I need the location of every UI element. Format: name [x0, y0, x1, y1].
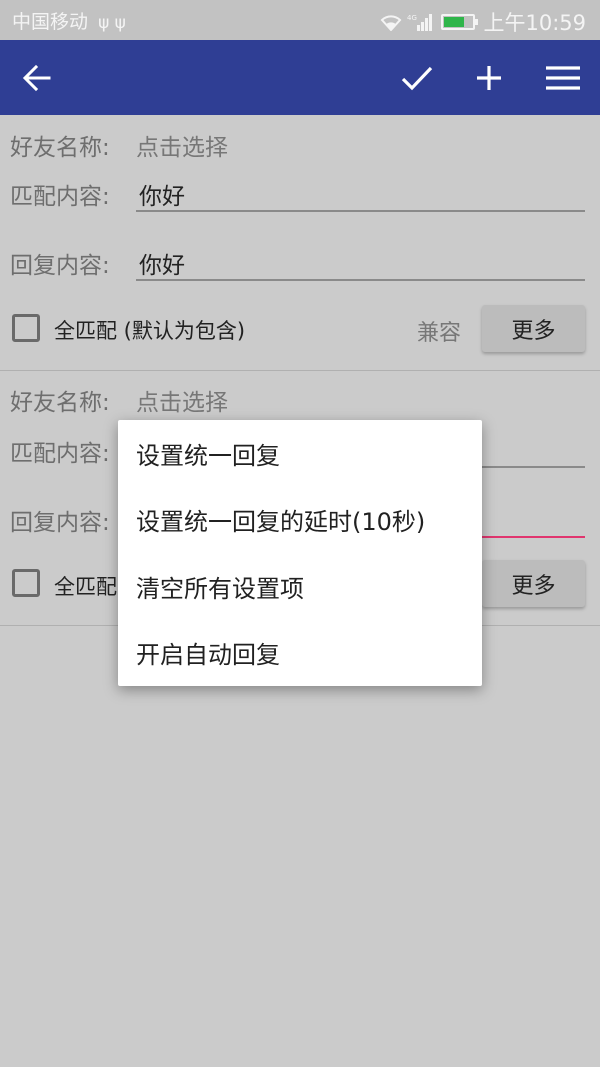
- arrow-left-icon: [22, 64, 51, 91]
- usb-icon: ψ ψ: [98, 13, 126, 33]
- check-icon: [401, 66, 433, 90]
- reply-content-label: 回复内容:: [10, 253, 110, 279]
- add-button[interactable]: [459, 40, 519, 115]
- more-button[interactable]: 更多: [482, 560, 585, 607]
- friend-name-selector[interactable]: 点击选择: [136, 383, 228, 417]
- hamburger-menu-icon: [546, 65, 580, 90]
- status-right: 4G 上午10:59: [379, 7, 586, 37]
- menu-item-unified-reply[interactable]: 设置统一回复: [118, 420, 482, 487]
- overflow-menu-button[interactable]: [533, 40, 593, 115]
- plus-icon: [477, 65, 501, 90]
- full-match-label: 全匹配: [54, 575, 117, 599]
- confirm-button[interactable]: [387, 40, 447, 115]
- rule-divider: [0, 370, 600, 371]
- full-match-label: 全匹配 (默认为包含): [54, 319, 246, 343]
- battery-icon: [441, 14, 479, 30]
- clock: 上午10:59: [483, 11, 586, 35]
- full-match-checkbox[interactable]: [12, 569, 40, 597]
- compat-label[interactable]: 兼容: [417, 315, 461, 347]
- overflow-popup-menu: 设置统一回复 设置统一回复的延时(10秒) 清空所有设置项 开启自动回复: [118, 420, 482, 686]
- full-match-checkbox[interactable]: [12, 314, 40, 342]
- battery-level: [444, 17, 465, 27]
- back-button[interactable]: [7, 40, 67, 115]
- signal-4g-icon: 4G: [407, 14, 433, 31]
- match-content-label: 匹配内容:: [10, 184, 110, 210]
- match-content-input[interactable]: 你好: [139, 177, 185, 211]
- status-bar: 中国移动 ψ ψ 4G 上午10:59: [0, 0, 600, 40]
- app-toolbar: [0, 40, 600, 115]
- reply-content-underline: [136, 279, 585, 281]
- wifi-icon: [381, 15, 402, 31]
- svg-text:4G: 4G: [407, 14, 417, 22]
- match-content-underline: [136, 210, 585, 212]
- reply-content-input[interactable]: 你好: [139, 246, 185, 280]
- menu-item-reply-delay[interactable]: 设置统一回复的延时(10秒): [118, 487, 482, 554]
- match-content-label: 匹配内容:: [10, 441, 110, 467]
- carrier-name: 中国移动: [12, 11, 89, 33]
- status-left: 中国移动 ψ ψ: [12, 7, 126, 34]
- friend-name-label: 好友名称:: [10, 390, 110, 416]
- more-button[interactable]: 更多: [482, 305, 585, 352]
- friend-name-selector[interactable]: 点击选择: [136, 128, 228, 162]
- menu-item-clear-all[interactable]: 清空所有设置项: [118, 553, 482, 620]
- reply-content-label: 回复内容:: [10, 510, 110, 536]
- menu-item-enable-auto-reply[interactable]: 开启自动回复: [118, 620, 482, 687]
- friend-name-label: 好友名称:: [10, 135, 110, 161]
